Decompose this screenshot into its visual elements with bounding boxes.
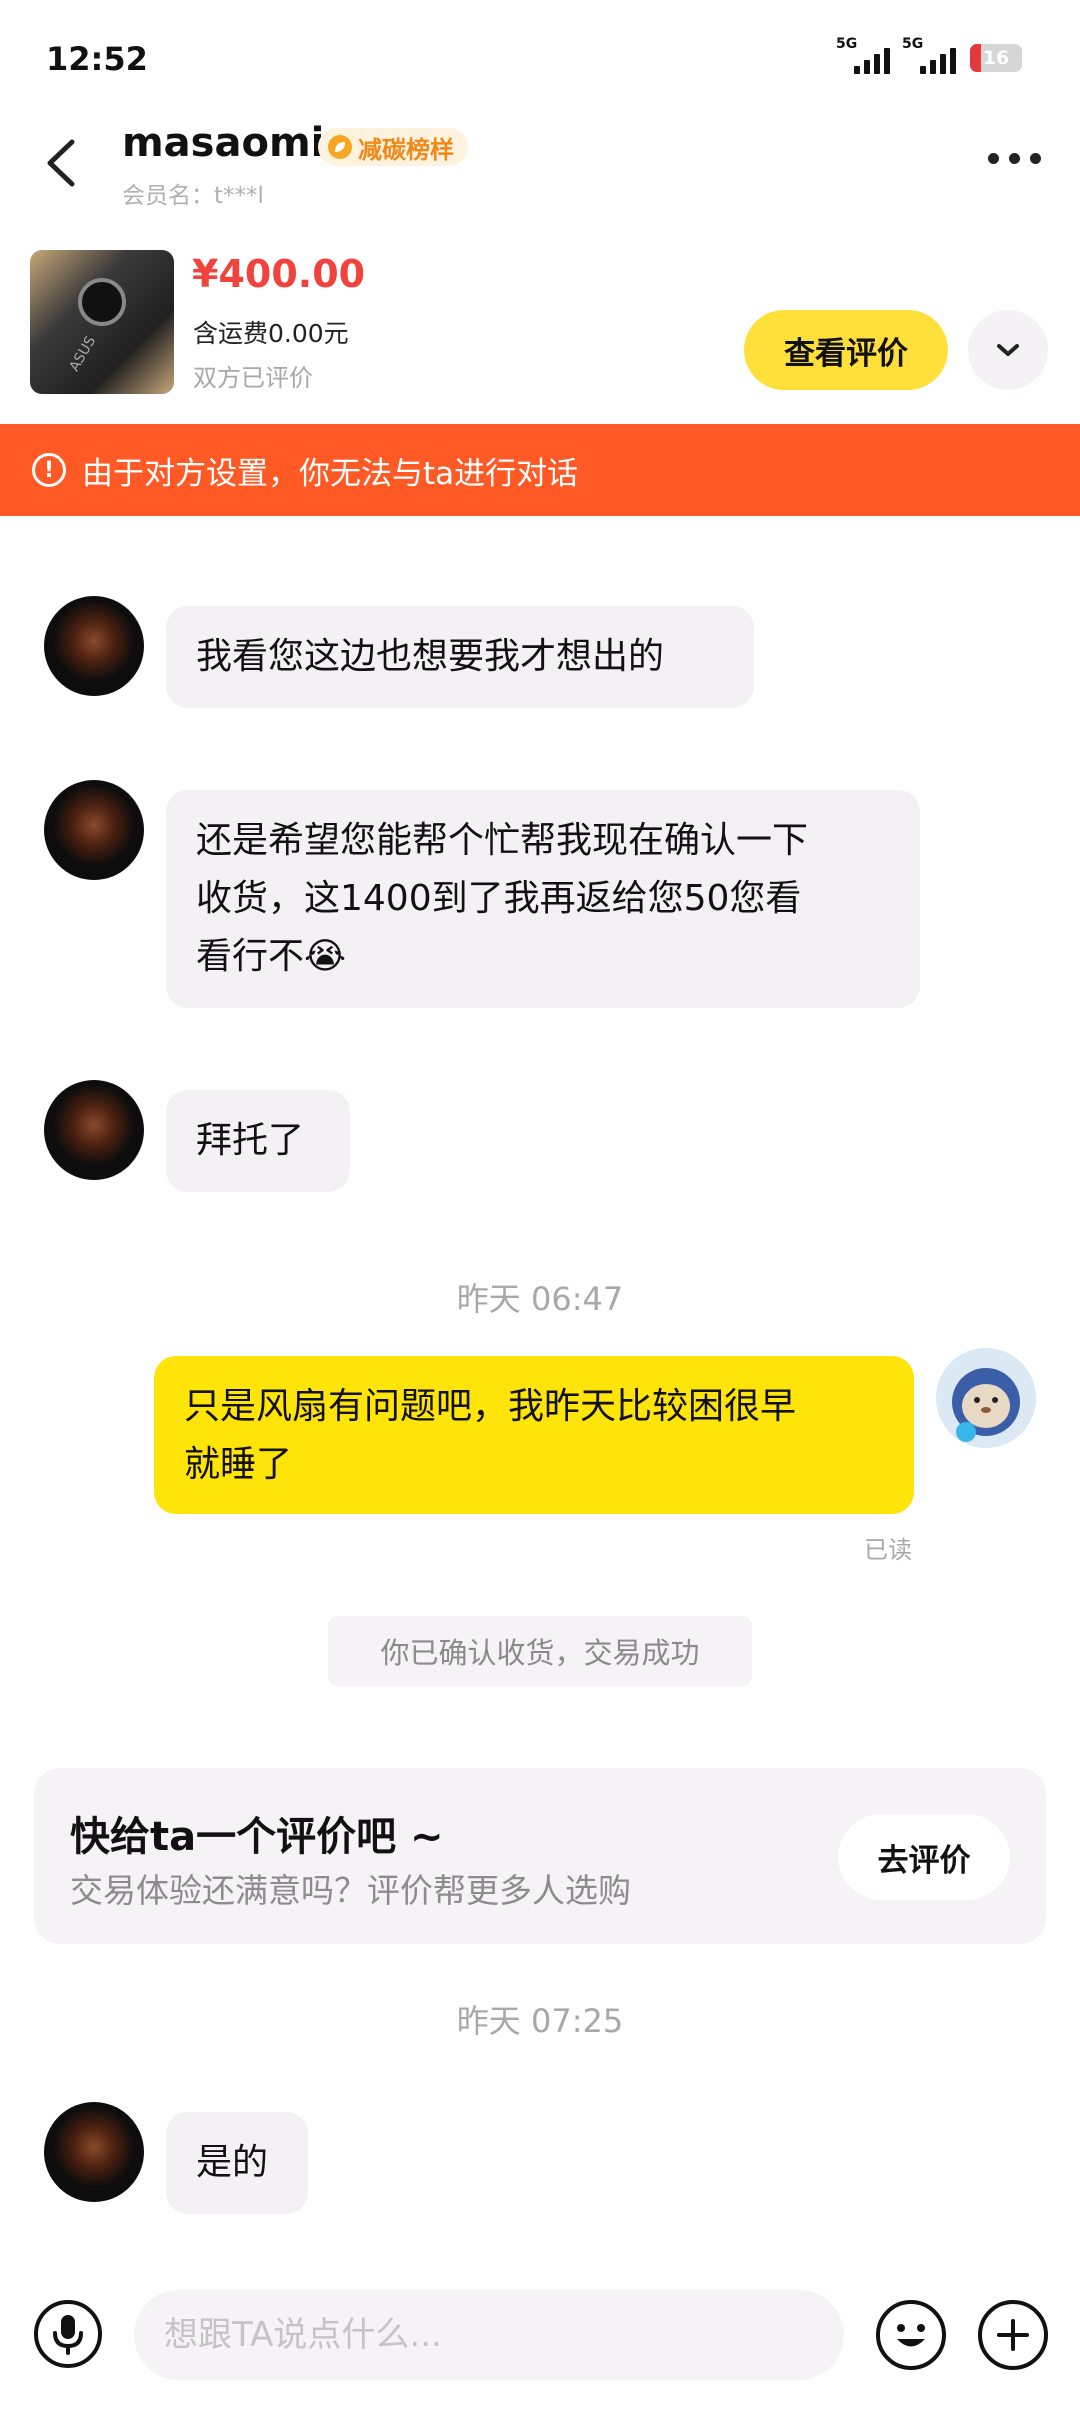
mic-icon[interactable] [34,2300,102,2368]
status-icons: 5G 5G 16 [836,36,1022,74]
leaf-icon [328,135,352,159]
message-line: 还是希望您能帮个忙帮我现在确认一下 [196,820,809,861]
product-price: ¥400.00 [192,252,366,296]
username[interactable]: masaomi [122,120,324,166]
system-message: 你已确认收货，交易成功 [328,1616,752,1686]
message-line: 只是风扇有问题吧，我昨天比较困很早 [184,1386,797,1427]
more-icon[interactable] [988,146,1044,170]
review-status: 双方已评价 [193,364,313,392]
message-bubble: 还是希望您能帮个忙帮我现在确认一下 收货，这1400到了我再返给您50您看 看行… [166,790,920,1008]
message-bubble: 是的 [166,2112,308,2214]
restriction-banner: ! 由于对方设置，你无法与ta进行对话 [0,424,1080,516]
emoji-icon[interactable] [876,2300,946,2370]
review-card-title: 快给ta一个评价吧 ~ [70,1814,444,1860]
review-card-subtitle: 交易体验还满意吗？评价帮更多人选购 [70,1871,631,1910]
status-time: 12:52 [46,40,148,78]
message-input[interactable] [134,2290,844,2380]
message-line: 收货，这1400到了我再返给您50您看 [196,878,802,919]
avatar[interactable] [44,2102,144,2202]
avatar[interactable] [44,1080,144,1180]
avatar[interactable] [44,596,144,696]
back-icon[interactable] [36,128,86,198]
shipping-fee: 含运费0.00元 [193,319,349,348]
go-review-button[interactable]: 去评价 [838,1814,1010,1900]
warning-icon: ! [32,453,66,487]
product-image[interactable]: ASUS [30,250,174,394]
timestamp: 昨天 06:47 [456,1280,624,1318]
banner-text: 由于对方设置，你无法与ta进行对话 [82,455,579,492]
plus-icon[interactable] [978,2300,1048,2370]
chevron-down-icon[interactable] [968,310,1048,390]
view-review-button[interactable]: 查看评价 [744,310,948,390]
badge-label: 减碳榜样 [358,135,454,164]
message-bubble: 我看您这边也想要我才想出的 [166,606,754,708]
message-line: 就睡了 [184,1444,293,1485]
my-message-bubble: 只是风扇有问题吧，我昨天比较困很早 就睡了 [154,1356,914,1514]
signal-icon: 5G [836,36,890,74]
message-line: 看行不😭 [196,936,347,977]
my-avatar[interactable] [936,1348,1036,1448]
timestamp: 昨天 07:25 [456,2002,624,2040]
read-status: 已读 [864,1536,912,1564]
crying-emoji-icon: 😭 [304,936,347,977]
battery-icon: 16 [970,44,1022,72]
avatar[interactable] [44,780,144,880]
carbon-badge[interactable]: 减碳榜样 [318,128,468,166]
member-name: 会员名：t***l [122,183,264,209]
message-bubble: 拜托了 [166,1090,350,1192]
signal-icon-2: 5G [902,36,956,74]
